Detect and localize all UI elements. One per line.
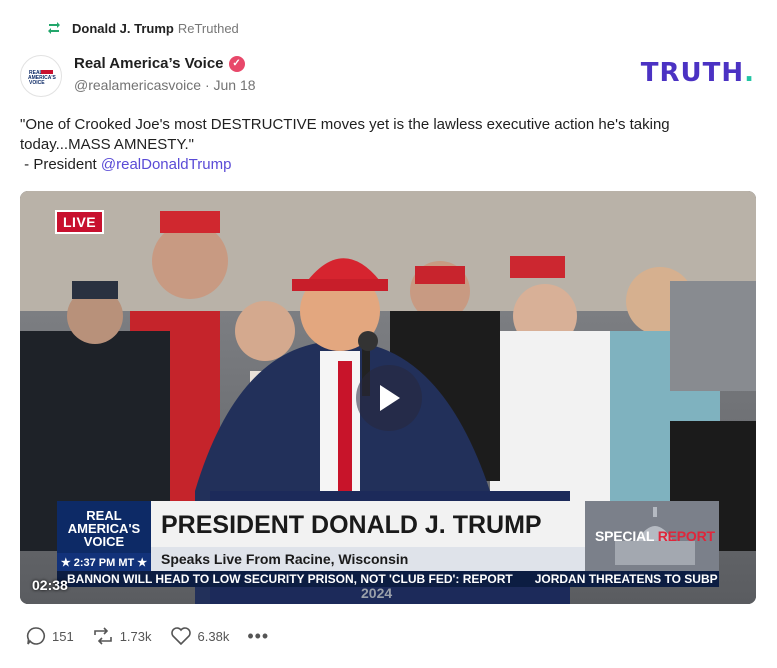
post-actions: 151 1.73k 6.38k •••: [26, 626, 269, 646]
special-report-panel: SPECIAL REPORT: [585, 501, 719, 571]
network-logo-line-2: AMERICA'S: [67, 520, 141, 536]
reply-button[interactable]: 151: [26, 626, 74, 646]
post-line-2: today...MASS AMNESTY.": [20, 136, 195, 153]
author-name-row: Real America’s Voice ✓: [74, 55, 256, 72]
special-label: SPECIAL: [595, 528, 658, 544]
play-button[interactable]: [356, 365, 422, 431]
like-count: 6.38k: [197, 628, 230, 644]
brand-text: TRUTH: [640, 58, 745, 88]
avatar[interactable]: REAL AMERICA'S VOICE: [20, 55, 62, 97]
post-date[interactable]: Jun 18: [214, 77, 256, 93]
headline: PRESIDENT DONALD J. TRUMP: [161, 511, 542, 539]
heart-icon: [170, 627, 191, 646]
network-logo-line-1: REAL: [86, 507, 122, 523]
verified-badge-icon: ✓: [228, 55, 245, 72]
retruth-user-name[interactable]: Donald J. Trump: [72, 21, 174, 36]
author-name[interactable]: Real America’s Voice: [74, 55, 224, 72]
network-logo: REAL AMERICA'S VOICE ★ 2:37 PM MT ★: [57, 501, 151, 571]
like-button[interactable]: 6.38k: [170, 626, 230, 646]
live-badge: LIVE: [55, 210, 105, 234]
special-report-label: SPECIAL REPORT: [595, 528, 715, 544]
meta-separator: ·: [204, 77, 210, 93]
author-block: Real America’s Voice ✓ @realamericasvoic…: [74, 55, 256, 93]
subheadline: Speaks Live From Racine, Wisconsin: [151, 547, 585, 571]
retruth-count: 1.73k: [119, 628, 152, 644]
post-line-3: - President @realDonaldTrump: [20, 155, 740, 175]
real-americas-voice-logo: REAL AMERICA'S VOICE: [27, 69, 57, 86]
podium-year: 2024: [361, 585, 393, 601]
play-icon: [380, 385, 400, 411]
author-meta: @realamericasvoice · Jun 18: [74, 77, 256, 93]
retruth-header: Donald J. Trump ReTruthed: [46, 18, 239, 38]
broadcast-time: ★ 2:37 PM MT ★: [57, 553, 151, 571]
reply-count: 151: [52, 628, 74, 644]
post-line-1: "One of Crooked Joe's most DESTRUCTIVE m…: [20, 116, 670, 133]
network-logo-text: REAL AMERICA'S VOICE: [68, 509, 140, 548]
svg-text:VOICE: VOICE: [29, 80, 45, 86]
retruth-icon: [48, 22, 60, 34]
brand-dot: .: [744, 58, 755, 88]
report-label: REPORT: [657, 528, 715, 544]
retruth-button[interactable]: 1.73k: [92, 626, 152, 646]
network-logo-line-3: VOICE: [83, 533, 125, 549]
ticker-item-2: JORDAN THREATENS TO SUBP: [534, 572, 718, 586]
retruth-label: ReTruthed: [177, 20, 239, 36]
ticker-item-1: BANNON WILL HEAD TO LOW SECURITY PRISON,…: [67, 572, 513, 586]
news-lower-third: REAL AMERICA'S VOICE ★ 2:37 PM MT ★ PRES…: [57, 501, 719, 571]
retruth-action-icon: [93, 627, 112, 645]
video-timestamp: 02:38: [32, 577, 68, 593]
headline-panel: PRESIDENT DONALD J. TRUMP Speaks Live Fr…: [151, 501, 585, 571]
more-options-button[interactable]: •••: [247, 627, 269, 645]
post-text: "One of Crooked Joe's most DESTRUCTIVE m…: [20, 115, 740, 175]
reply-icon: [26, 627, 45, 645]
mention-link[interactable]: @realDonaldTrump: [101, 156, 232, 173]
post-attribution: - President: [20, 156, 101, 173]
author-handle[interactable]: @realamericasvoice: [74, 77, 201, 93]
truth-social-logo[interactable]: TRUTH.: [641, 58, 755, 88]
